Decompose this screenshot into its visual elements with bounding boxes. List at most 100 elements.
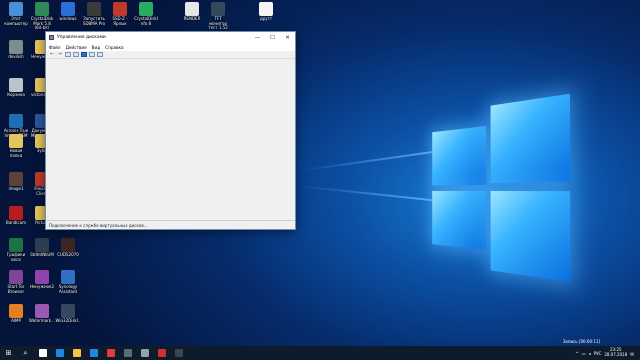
image-icon bbox=[61, 238, 75, 252]
notifications-icon[interactable]: ▤ bbox=[630, 351, 634, 356]
desktop-icon-label: Watermark... bbox=[29, 318, 55, 323]
desktop-icon[interactable]: windows bbox=[55, 2, 81, 22]
graphical-view-icon[interactable] bbox=[97, 52, 103, 57]
desktop-icon-label: CrystalDiskMark 5.8 (64-bit) bbox=[30, 16, 54, 31]
menu-view[interactable]: Вид bbox=[92, 45, 101, 50]
desktop-icon[interactable]: Ненужное2 bbox=[29, 270, 55, 290]
desktop-icon[interactable]: AIMP bbox=[3, 304, 29, 324]
desktop-icon[interactable]: CUDS2070 bbox=[55, 238, 81, 258]
title-bar[interactable]: Управление дисками — ☐ ✕ bbox=[46, 32, 295, 43]
desktop-icon[interactable]: Запустить SDBMA Pro bbox=[81, 2, 107, 26]
properties-icon[interactable] bbox=[73, 52, 79, 57]
taskbar-app-button[interactable] bbox=[102, 346, 119, 360]
desktop-icon-label: Bandicam bbox=[6, 220, 26, 225]
desktop-icon[interactable]: TFT монитор тест 1.52 bbox=[205, 2, 231, 31]
content-area bbox=[46, 59, 295, 220]
bandicam-icon bbox=[157, 349, 166, 357]
desktop-icon-label: Start Tor Browser bbox=[7, 284, 25, 294]
taskbar-app-button[interactable] bbox=[34, 346, 51, 360]
tor-icon bbox=[9, 270, 23, 284]
status-text: Подключение к службе виртуальных дисков.… bbox=[49, 222, 148, 228]
desktop-icon[interactable]: CrystalDiskMark 5.8 (64-bit) bbox=[29, 2, 55, 31]
desktop-icon[interactable]: Графики веса bbox=[3, 238, 29, 262]
menu-action[interactable]: Действие bbox=[66, 45, 87, 50]
desktop-icon[interactable]: Bandicam bbox=[3, 206, 29, 226]
window-title: Управление дисками bbox=[57, 35, 106, 40]
list-view-icon[interactable] bbox=[89, 52, 95, 57]
menu-help[interactable]: Справка bbox=[105, 45, 123, 50]
desktop-icon[interactable]: другт bbox=[253, 2, 279, 22]
taskbar-app-button[interactable] bbox=[170, 346, 187, 360]
watermark-icon bbox=[35, 304, 49, 318]
edge-icon bbox=[55, 349, 64, 357]
clock[interactable]: 23:25 28.07.2018 bbox=[604, 348, 627, 357]
disk-management-window[interactable]: Управление дисками — ☐ ✕ Файл Действие В… bbox=[45, 31, 296, 230]
console-tree-icon[interactable] bbox=[65, 52, 71, 57]
back-arrow-icon[interactable]: ← bbox=[49, 52, 55, 57]
help-icon[interactable] bbox=[81, 52, 87, 57]
desktop-icon[interactable]: CrystalDiskInfo 8 bbox=[133, 2, 159, 26]
desktop-icon-label: другт bbox=[259, 16, 273, 21]
desktop-icon-label: CUDS2070 bbox=[57, 252, 79, 257]
taskbar-app-button[interactable] bbox=[51, 346, 68, 360]
taskbar-app-button[interactable] bbox=[153, 346, 170, 360]
desktop-icon[interactable]: SSD-Z - Ярлык bbox=[107, 2, 133, 26]
desktop-icon-label: Этот компьютер bbox=[4, 16, 28, 26]
desktop-icon[interactable]: Watermark... bbox=[29, 304, 55, 324]
winrar-icon bbox=[35, 270, 49, 284]
forward-arrow-icon[interactable]: → bbox=[57, 52, 63, 57]
desktop-icon[interactable]: Win32DiskI... bbox=[55, 304, 81, 328]
desktop-icon[interactable]: image1 bbox=[3, 172, 29, 192]
aimp-icon bbox=[9, 304, 23, 318]
status-bar: Подключение к службе виртуальных дисков.… bbox=[46, 220, 295, 229]
taskbar-apps bbox=[34, 346, 187, 360]
minimize-button[interactable]: — bbox=[250, 32, 265, 43]
system-tray: ^ ▭ ◂ РУС 23:25 28.07.2018 ▤ bbox=[576, 348, 640, 357]
desktop-icon-label: Графики веса bbox=[6, 252, 26, 262]
desktop-icon-label: Win32DiskI... bbox=[55, 318, 81, 328]
taskbar-app-button[interactable] bbox=[85, 346, 102, 360]
excel-icon bbox=[9, 238, 23, 252]
menu-file[interactable]: Файл bbox=[49, 45, 61, 50]
explorer-icon bbox=[72, 349, 81, 357]
crystaldiskinfo-icon bbox=[139, 2, 153, 16]
desktop-icon[interactable]: Этот компьютер bbox=[3, 2, 29, 26]
computer-icon bbox=[9, 2, 23, 16]
synology-icon bbox=[61, 270, 75, 284]
store-icon bbox=[89, 349, 98, 357]
desktop-icon-label: RENDER bbox=[183, 16, 201, 21]
desktop-icon[interactable]: Start Tor Browser bbox=[3, 270, 29, 294]
search-icon[interactable]: ⌕ bbox=[17, 346, 34, 360]
light-beam bbox=[301, 150, 441, 172]
calculator-icon bbox=[123, 349, 132, 357]
app-icon bbox=[87, 2, 101, 16]
desktop-icon[interactable]: Корзина bbox=[3, 78, 29, 98]
disk-imager-icon bbox=[61, 304, 75, 318]
disk-management-icon bbox=[140, 349, 149, 357]
taskbar-app-button[interactable] bbox=[68, 346, 85, 360]
toolbar: ← → bbox=[46, 51, 295, 59]
maximize-button[interactable]: ☐ bbox=[265, 32, 280, 43]
taskbar-app-button[interactable] bbox=[119, 346, 136, 360]
language-indicator[interactable]: РУС bbox=[594, 351, 602, 356]
taskbar-app-button[interactable] bbox=[136, 346, 153, 360]
desktop-icon[interactable]: Новая папка bbox=[3, 134, 29, 158]
folder-icon bbox=[9, 134, 23, 148]
desktop-icon-label: Новая папка bbox=[9, 148, 23, 158]
desktop-icon[interactable]: RENDER bbox=[179, 2, 205, 22]
desktop-icon[interactable]: Synology Assistant bbox=[55, 270, 81, 294]
close-button[interactable]: ✕ bbox=[280, 32, 295, 43]
desktop-icon-label: image1 bbox=[8, 186, 24, 191]
desktop-icon[interactable]: StdIntNkUM bbox=[29, 238, 55, 258]
desktop-icon[interactable]: devilish bbox=[3, 40, 29, 60]
desktop-icon-label: Корзина bbox=[7, 92, 25, 97]
recording-indicator: Запись [00:00:11] bbox=[562, 339, 600, 344]
desktop-icon-label: windows bbox=[59, 16, 77, 21]
file-icon bbox=[185, 2, 199, 16]
network-icon[interactable]: ▭ bbox=[582, 351, 586, 356]
chevron-up-icon[interactable]: ^ bbox=[576, 351, 579, 356]
start-button[interactable]: ⊞ bbox=[0, 346, 17, 360]
folder-icon bbox=[61, 2, 75, 16]
ssdz-icon bbox=[113, 2, 127, 16]
volume-icon[interactable]: ◂ bbox=[589, 351, 591, 356]
